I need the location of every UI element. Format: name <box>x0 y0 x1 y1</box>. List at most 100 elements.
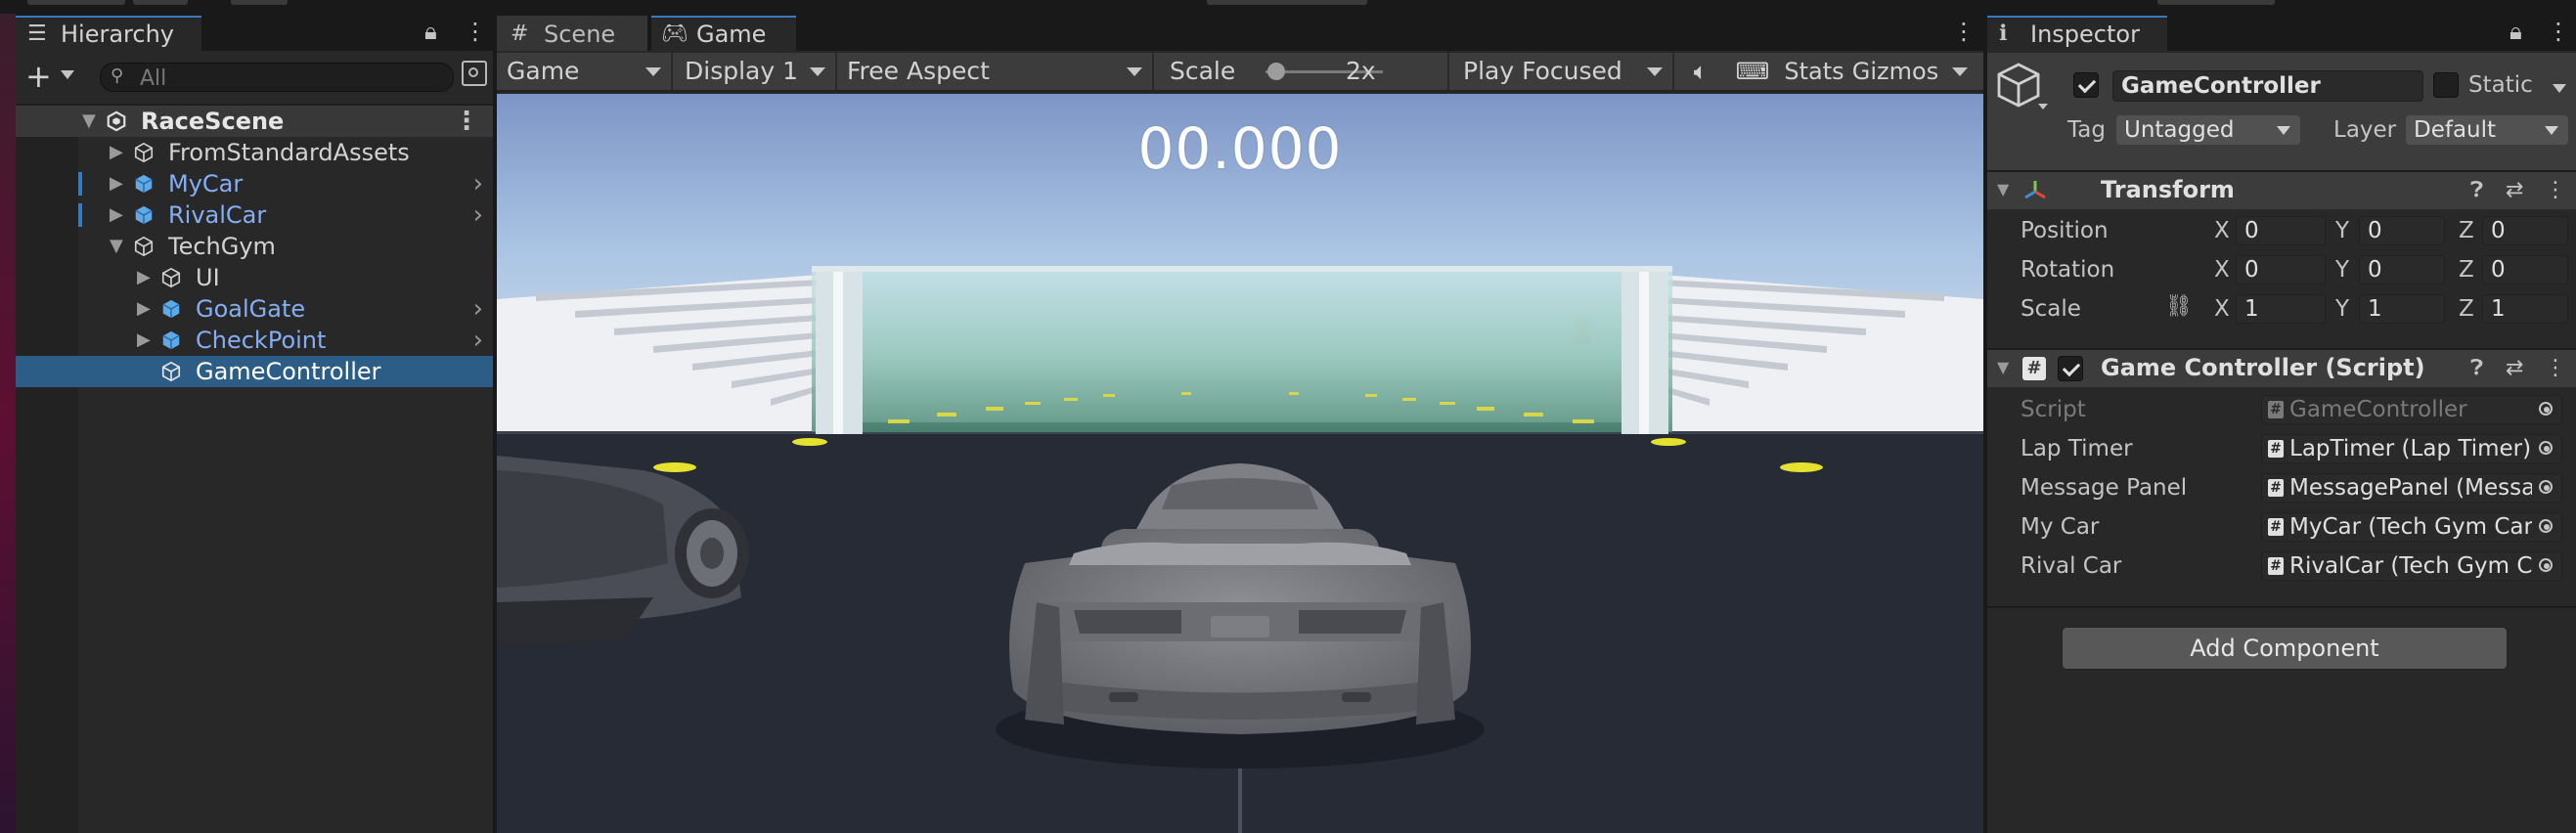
game-viewport[interactable]: 00.000 <box>497 94 1983 833</box>
more-menu-icon[interactable]: ⋮ <box>2547 20 2570 43</box>
axis-x-label: X <box>2214 257 2230 283</box>
transform-header[interactable]: ▼ Transform ❓︎ ⇄ ⋮ <box>1987 170 2576 209</box>
toolbar-button-stub[interactable] <box>2157 0 2275 5</box>
search-input[interactable] <box>138 66 435 91</box>
gizmos-button[interactable]: Gizmos <box>1850 53 1940 90</box>
fold-closed-icon[interactable]: ▶ <box>110 168 123 199</box>
tab-game[interactable]: 🎮︎ Game <box>651 16 796 51</box>
message-panel-field[interactable]: # MessagePanel (Messa <box>2261 473 2562 503</box>
plus-icon[interactable]: + <box>25 61 52 92</box>
tree-item[interactable]: ▶ MyCar › <box>16 168 493 199</box>
tab-scene[interactable]: # Scene <box>497 16 647 51</box>
add-component-button[interactable]: Add Component <box>2062 627 2508 670</box>
tree-item[interactable]: ▶ UI <box>16 262 493 293</box>
scale-slider-handle[interactable] <box>1267 63 1285 80</box>
gameobject-icon <box>134 142 154 163</box>
object-picker-icon[interactable] <box>2532 474 2561 502</box>
my-car-field[interactable]: # MyCar (Tech Gym Car <box>2261 512 2562 542</box>
component-enabled-checkbox[interactable] <box>2058 356 2083 381</box>
field-value: RivalCar (Tech Gym Ca <box>2289 553 2547 579</box>
mode-dropdown[interactable]: Game <box>497 53 673 90</box>
position-x-field[interactable]: 0 <box>2236 216 2326 245</box>
chevron-right-icon[interactable]: › <box>473 199 483 231</box>
field-value: MyCar (Tech Gym Car <box>2289 514 2533 540</box>
more-menu-icon[interactable]: ⋮ <box>1952 20 1976 43</box>
desktop-edge <box>0 14 16 833</box>
tab-inspector[interactable]: ℹ Inspector <box>1987 16 2167 51</box>
lap-timer-field[interactable]: # LapTimer (Lap Timer) <box>2261 434 2562 463</box>
help-icon[interactable]: ❓︎ <box>2470 172 2483 209</box>
search-icon: ⚲ <box>111 66 124 86</box>
scale-z-field[interactable]: 1 <box>2482 294 2568 324</box>
tab-hierarchy[interactable]: ☰ Hierarchy <box>16 16 201 51</box>
audio-mute-icon[interactable]: 🔈︎ <box>1676 53 1725 90</box>
position-z-field[interactable]: 0 <box>2482 216 2568 245</box>
lock-icon[interactable]: 🔒︎ <box>424 20 437 43</box>
presets-icon[interactable]: ⇄ <box>2506 172 2523 209</box>
more-menu-icon[interactable]: ⋮ <box>2545 350 2566 387</box>
rival-car-field[interactable]: # RivalCar (Tech Gym Ca <box>2261 551 2562 581</box>
tree-item[interactable]: ▶ GoalGate › <box>16 293 493 325</box>
static-checkbox[interactable] <box>2433 72 2459 98</box>
chevron-right-icon[interactable]: › <box>473 325 483 356</box>
info-icon: ℹ <box>1999 22 2008 46</box>
toolbar-button-stub[interactable] <box>27 0 125 5</box>
tree-item[interactable]: ▶ RivalCar › <box>16 199 493 231</box>
play-controls-stub[interactable] <box>1207 0 1367 5</box>
tree-item[interactable]: ▶ FromStandardAssets <box>16 137 493 168</box>
axis-y-label: Y <box>2335 296 2350 322</box>
script-component-header[interactable]: ▼ # Game Controller (Script) ❓︎ ⇄ ⋮ <box>1987 348 2576 387</box>
override-marker <box>78 172 82 196</box>
fold-open-icon[interactable]: ▼ <box>110 231 123 262</box>
tree-item-selected[interactable]: GameController <box>16 356 493 387</box>
more-menu-icon[interactable]: ⋮ <box>2545 172 2566 209</box>
aspect-dropdown[interactable]: Free Aspect <box>837 53 1154 90</box>
rotation-y-field[interactable]: 0 <box>2359 255 2445 285</box>
chevron-right-icon[interactable]: › <box>473 168 483 199</box>
layer-dropdown[interactable]: Default <box>2406 115 2568 145</box>
tree-item-label: GameController <box>196 358 381 385</box>
script-icon: # <box>2268 479 2284 497</box>
lock-icon[interactable]: 🔒︎ <box>2509 20 2522 43</box>
chevron-right-icon[interactable]: › <box>473 293 483 325</box>
object-picker-icon[interactable] <box>2532 552 2561 580</box>
tree-item[interactable]: ▶ CheckPoint › <box>16 325 493 356</box>
toolbar-button-stub[interactable] <box>231 0 288 5</box>
presets-icon[interactable]: ⇄ <box>2506 350 2523 387</box>
fold-closed-icon[interactable]: ▶ <box>137 325 151 356</box>
prefab-icon <box>162 299 180 319</box>
chevron-down-icon[interactable] <box>61 70 74 79</box>
scale-x-field[interactable]: 1 <box>2236 294 2326 324</box>
scene-row[interactable]: ▼ RaceScene ⋮ <box>16 106 493 137</box>
fold-open-icon[interactable]: ▼ <box>82 106 96 137</box>
rotation-z-field[interactable]: 0 <box>2482 255 2568 285</box>
more-menu-icon[interactable]: ⋮ <box>464 20 487 43</box>
lap-timer-label: Lap Timer <box>2021 436 2133 461</box>
scale-y-field[interactable]: 1 <box>2359 294 2445 324</box>
keyboard-icon[interactable]: ⌨ <box>1727 53 1778 90</box>
fold-closed-icon[interactable]: ▶ <box>110 137 123 168</box>
static-dropdown-icon[interactable] <box>2553 84 2566 93</box>
object-picker-icon[interactable] <box>2532 513 2561 541</box>
gizmos-dropdown[interactable] <box>1940 53 1977 90</box>
tag-dropdown[interactable]: Untagged <box>2116 115 2300 145</box>
fold-closed-icon[interactable]: ▶ <box>137 262 151 293</box>
object-name-field[interactable]: GameController <box>2112 70 2423 102</box>
fold-open-icon[interactable]: ▼ <box>1997 358 2009 376</box>
fold-closed-icon[interactable]: ▶ <box>137 293 151 325</box>
object-picker-icon[interactable] <box>2532 435 2561 462</box>
play-mode-dropdown[interactable]: Play Focused <box>1449 53 1674 90</box>
link-broken-icon[interactable]: ⛓︎ <box>2165 294 2193 319</box>
fold-open-icon[interactable]: ▼ <box>1997 180 2009 198</box>
search-by-type-icon[interactable] <box>462 61 487 86</box>
help-icon[interactable]: ❓︎ <box>2470 350 2483 387</box>
tree-item[interactable]: ▼ TechGym <box>16 231 493 262</box>
rotation-x-field[interactable]: 0 <box>2236 255 2326 285</box>
active-checkbox[interactable] <box>2073 72 2099 98</box>
more-menu-icon[interactable]: ⋮ <box>454 106 479 137</box>
toolbar-button-stub[interactable] <box>133 0 188 5</box>
fold-closed-icon[interactable]: ▶ <box>110 199 123 231</box>
position-y-field[interactable]: 0 <box>2359 216 2445 245</box>
stats-button[interactable]: Stats <box>1780 53 1848 90</box>
display-dropdown[interactable]: Display 1 <box>673 53 837 90</box>
